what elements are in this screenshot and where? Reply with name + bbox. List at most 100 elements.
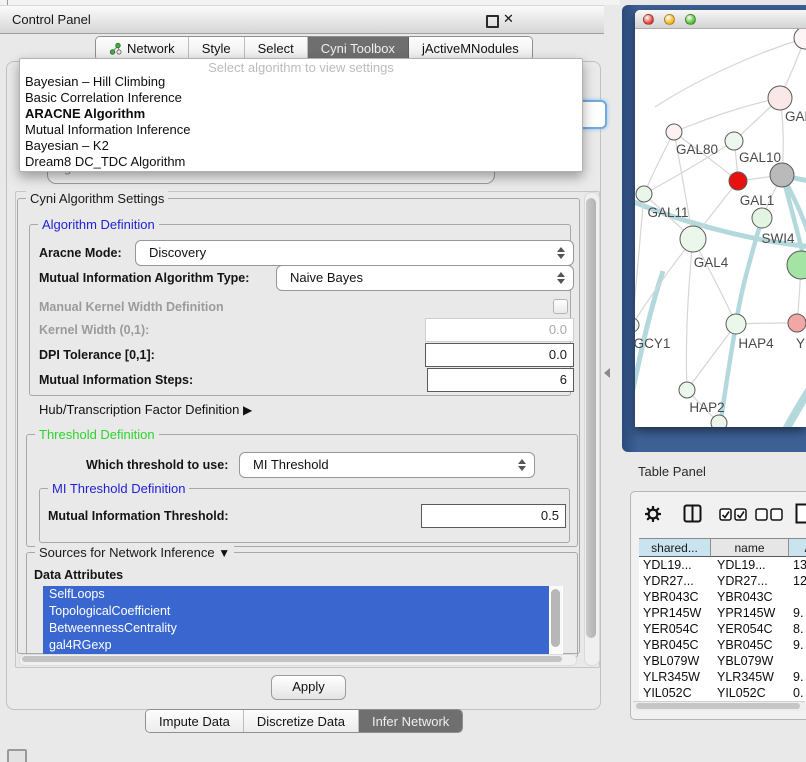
table-row[interactable]: YLR345WYLR345W9.	[639, 669, 806, 685]
table-cell: YPR145W	[711, 605, 789, 621]
vertical-scrollbar[interactable]	[584, 192, 600, 666]
node-label: GAL	[785, 109, 806, 124]
tab-jactivemnodules[interactable]: jActiveMNodules	[409, 37, 532, 60]
mi-threshold-field[interactable]: 0.5	[421, 504, 566, 528]
network-node[interactable]	[794, 29, 806, 49]
mi-steps-field[interactable]: 6	[427, 368, 574, 392]
attribute-item[interactable]: gal4RGexp	[43, 637, 549, 654]
table-horizontal-scrollbar[interactable]	[633, 701, 805, 711]
network-node[interactable]	[679, 382, 695, 398]
network-node[interactable]	[635, 318, 639, 332]
network-node[interactable]	[788, 314, 806, 332]
column-header[interactable]: A	[789, 539, 806, 558]
threshold-definition-title: Threshold Definition	[35, 427, 159, 442]
node-label: GCY1	[635, 336, 670, 351]
collapse-down-icon: ▼	[218, 546, 230, 560]
table-row[interactable]: YBL079WYBL079W	[639, 653, 806, 669]
network-node[interactable]	[711, 415, 727, 427]
network-node[interactable]	[770, 163, 794, 187]
list-scrollbar[interactable]	[550, 586, 562, 656]
table-cell: YBR043C	[711, 589, 789, 605]
zoom-traffic-light-icon[interactable]	[685, 14, 696, 25]
network-edge	[693, 239, 736, 324]
attribute-item[interactable]: BetweennessCentrality	[43, 620, 549, 637]
check-all-icon[interactable]	[719, 508, 747, 521]
horizontal-scrollbar[interactable]	[19, 654, 577, 666]
cyni-toolbox-panel: gal-filtered sif default node Select alg…	[6, 61, 601, 710]
apply-button[interactable]: Apply	[271, 675, 346, 700]
gear-icon[interactable]	[645, 506, 661, 522]
close-icon[interactable]: ✕	[503, 11, 514, 27]
uncheck-all-icon[interactable]	[755, 508, 783, 521]
mi-threshold-definition-title: MI Threshold Definition	[48, 481, 189, 496]
split-columns-icon[interactable]	[683, 504, 702, 523]
expand-right-icon: ▶	[243, 403, 252, 417]
algorithm-option[interactable]: Bayesian – K2	[20, 138, 582, 154]
attribute-item[interactable]: TopologicalCoefficient	[43, 603, 549, 620]
tab-label: Impute Data	[159, 714, 230, 729]
network-edge	[773, 377, 806, 427]
table-cell: 9.	[789, 605, 806, 621]
column-header[interactable]: name	[711, 539, 789, 558]
close-traffic-light-icon[interactable]	[643, 14, 654, 25]
algorithm-option[interactable]: ARACNE Algorithm	[20, 106, 582, 122]
network-canvas[interactable]: GAL80GAL10GALGAL1GAL11SWI4GAL4GCY1HAP4YH…	[635, 29, 806, 427]
tab-style[interactable]: Style	[189, 37, 245, 60]
which-threshold-value: MI Threshold	[253, 457, 329, 472]
node-label: HAP4	[738, 336, 774, 351]
table-row[interactable]: YDL19...YDL19...13	[639, 557, 806, 573]
table-row[interactable]: YIL052CYIL052C0.	[639, 685, 806, 701]
split-divider-handle[interactable]	[604, 368, 610, 378]
minimize-traffic-light-icon[interactable]	[664, 14, 675, 25]
table-partial-icon[interactable]	[795, 503, 806, 524]
dpi-tolerance-field[interactable]: 0.0	[425, 343, 574, 367]
network-node[interactable]	[680, 226, 706, 252]
node-label: GAL4	[694, 255, 729, 270]
table-row[interactable]: YDR27...YDR27...12	[639, 573, 806, 589]
float-panel-icon[interactable]	[486, 15, 499, 28]
table-cell: YBR043C	[639, 589, 711, 605]
node-label: GAL80	[676, 142, 718, 157]
sources-title[interactable]: Sources for Network Inference ▼	[35, 545, 234, 560]
which-threshold-combo[interactable]: MI Threshold	[239, 452, 535, 478]
mi-type-combo[interactable]: Naive Bayes	[276, 265, 574, 291]
table-rows: YDL19...YDL19...13YDR27...YDR27...12YBR0…	[639, 557, 806, 701]
tab-impute-data[interactable]: Impute Data	[146, 710, 244, 732]
algorithm-option[interactable]: Basic Correlation Inference	[20, 90, 582, 106]
tab-label: Infer Network	[372, 714, 449, 729]
tab-discretize-data[interactable]: Discretize Data	[244, 710, 359, 732]
hub-definition-expander[interactable]: Hub/Transcription Factor Definition ▶	[39, 402, 252, 417]
table-row[interactable]: YPR145WYPR145W9.	[639, 605, 806, 621]
network-node[interactable]	[729, 172, 747, 190]
table-panel: shared...nameA YDL19...YDL19...13YDR27..…	[630, 491, 806, 720]
algorithm-option[interactable]: Dream8 DC_TDC Algorithm	[20, 154, 582, 170]
table-row[interactable]: YER054CYER054C8.	[639, 621, 806, 637]
network-node[interactable]	[666, 124, 682, 140]
network-node[interactable]	[726, 314, 746, 334]
network-edge	[635, 194, 644, 325]
network-node[interactable]	[636, 186, 652, 202]
mi-type-value: Naive Bayes	[290, 270, 363, 285]
network-window[interactable]: GAL80GAL10GALGAL1GAL11SWI4GAL4GCY1HAP4YH…	[635, 10, 806, 427]
collapsed-panel-chip[interactable]	[7, 749, 27, 762]
table-row[interactable]: YBR043CYBR043C	[639, 589, 806, 605]
column-header[interactable]: shared...	[639, 539, 711, 558]
tab-infer-network[interactable]: Infer Network	[359, 710, 462, 732]
table-cell: 9.	[789, 669, 806, 685]
aracne-mode-combo[interactable]: Discovery	[135, 240, 574, 266]
algorithm-option[interactable]: Bayesian – Hill Climbing	[20, 74, 582, 90]
network-node[interactable]	[768, 86, 792, 110]
algorithm-option[interactable]: Mutual Information Inference	[20, 122, 582, 138]
kernel-width-field[interactable]: 0.0	[425, 318, 574, 342]
manual-kernel-checkbox[interactable]	[553, 299, 568, 314]
data-attributes-list[interactable]: SelfLoopsTopologicalCoefficientBetweenne…	[43, 586, 563, 656]
tab-cyni-toolbox[interactable]: Cyni Toolbox	[308, 37, 409, 60]
network-node[interactable]	[725, 132, 743, 150]
network-node[interactable]	[752, 208, 772, 228]
table-row[interactable]: YBR045CYBR045C9.	[639, 637, 806, 653]
network-node[interactable]	[787, 251, 806, 279]
attribute-item[interactable]: SelfLoops	[43, 586, 549, 603]
tab-select[interactable]: Select	[245, 37, 308, 60]
network-window-frame: GAL80GAL10GALGAL1GAL11SWI4GAL4GCY1HAP4YH…	[622, 5, 806, 452]
tab-network[interactable]: Network	[96, 37, 189, 60]
